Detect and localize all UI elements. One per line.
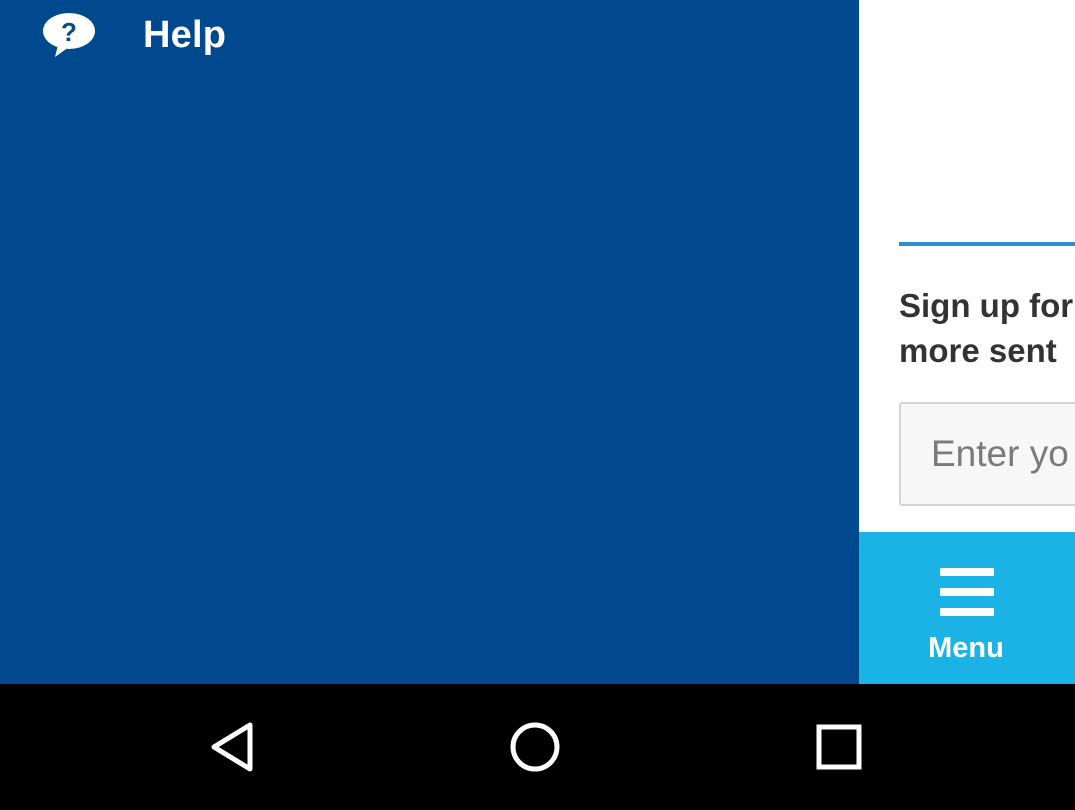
help-label: Help — [143, 14, 227, 56]
newsletter-signup-text: Sign up for more sent — [899, 283, 1075, 373]
svg-text:?: ? — [61, 17, 77, 47]
menu-label: Menu — [928, 632, 1004, 664]
system-navigation-bar — [0, 684, 1075, 810]
help-bubble-icon: ? — [43, 13, 95, 57]
page-content: Sign up for more sent — [859, 0, 1075, 532]
menu-tab-button[interactable]: Menu — [889, 532, 1043, 684]
back-icon[interactable] — [202, 717, 262, 777]
recents-icon[interactable] — [809, 717, 869, 777]
drawer-item-help[interactable]: ? Help — [0, 0, 859, 70]
app-screen: ? Help Sign up for more sent Menu — [0, 0, 1075, 810]
signup-line-2: more sent — [899, 332, 1057, 369]
home-icon[interactable] — [505, 717, 565, 777]
bottom-tab-bar: Menu — [859, 532, 1075, 684]
hamburger-icon — [940, 568, 994, 616]
email-input[interactable] — [899, 402, 1075, 506]
section-divider — [899, 242, 1075, 246]
signup-line-1: Sign up for — [899, 287, 1074, 324]
navigation-drawer: ? Help — [0, 0, 859, 684]
